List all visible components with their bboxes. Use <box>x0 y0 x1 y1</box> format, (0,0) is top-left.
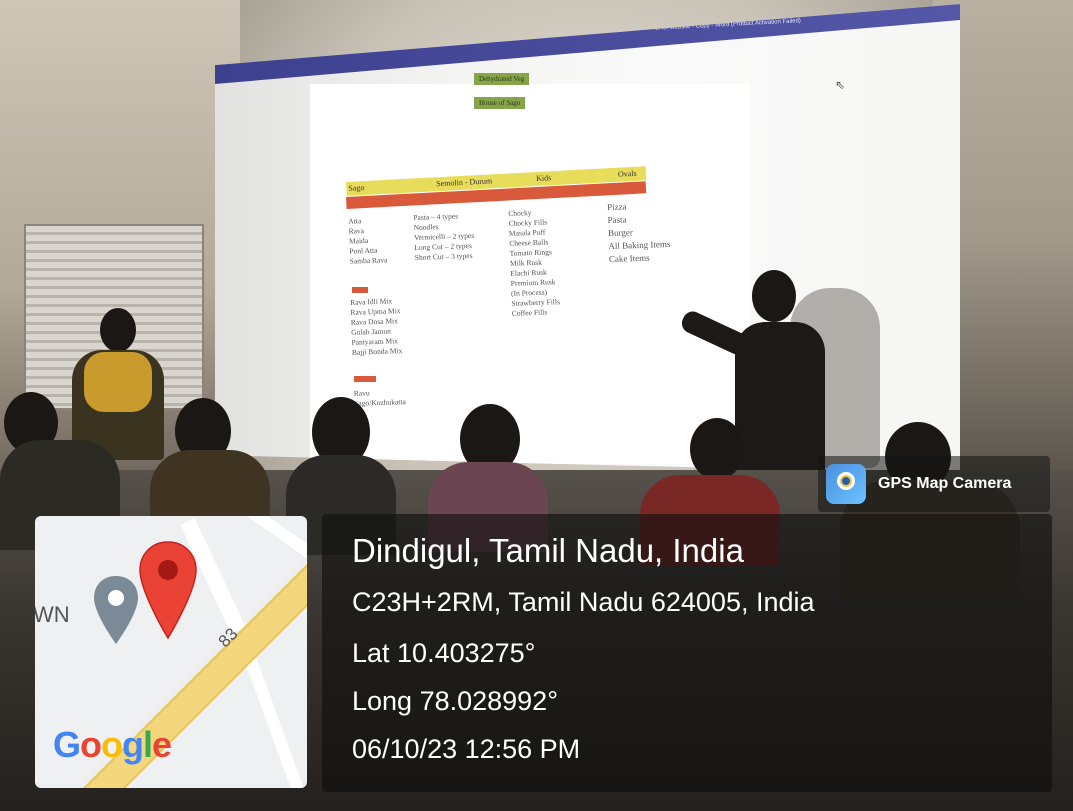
logo-letter: g <box>122 724 144 765</box>
cell: All Baking Items <box>608 238 671 252</box>
header-cell: Kids <box>535 173 552 184</box>
person-head <box>100 308 136 352</box>
speaker-head <box>752 270 796 322</box>
red-chip <box>354 376 376 382</box>
gps-app-name: GPS Map Camera <box>878 475 1012 492</box>
logo-letter: l <box>143 724 153 765</box>
audience-head <box>690 418 744 480</box>
column-3: Chocky Chocky Fills Masala Puff Cheese B… <box>508 207 560 319</box>
cell: Short Cut – 3 types <box>414 251 473 263</box>
header-cell: Semolin - Durum <box>435 176 493 189</box>
column-1: Atta Rava Maida Ponl Atta Samba Rava <box>348 215 387 266</box>
longitude: Long 78.028992° <box>352 686 558 716</box>
column-1c: Ravu Sago/Kozhukatta <box>354 387 406 409</box>
grey-location-pin-icon <box>94 576 138 644</box>
header-cell: Sago <box>348 183 365 193</box>
green-label-1: Dehydrated Veg <box>474 73 530 85</box>
gps-camera-icon <box>826 464 866 504</box>
google-logo: Google <box>53 724 172 766</box>
location-info-panel: Dindigul, Tamil Nadu, India C23H+2RM, Ta… <box>322 514 1052 792</box>
location-name: Dindigul, Tamil Nadu, India <box>352 532 744 569</box>
map-road <box>239 516 307 563</box>
map-thumbnail: 83 WN Google <box>35 516 307 788</box>
mouse-cursor-icon: ⇖ <box>835 78 846 92</box>
cell: Samba Rava <box>349 255 388 266</box>
map-area-label: WN <box>35 602 70 627</box>
address: C23H+2RM, Tamil Nadu 624005, India <box>352 587 815 617</box>
logo-letter: o <box>80 724 102 765</box>
column-4: Pizza Pasta Burger All Baking Items Cake… <box>607 199 671 266</box>
green-label-2: House of Sago <box>474 97 526 109</box>
column-2: Pasta – 4 types Noodles Vermicelli – 2 t… <box>413 211 475 263</box>
cell: Coffee Fills <box>511 307 548 318</box>
logo-letter: o <box>101 724 123 765</box>
gps-app-badge: GPS Map Camera <box>818 456 1050 512</box>
latitude: Lat 10.403275° <box>352 638 536 668</box>
red-chip <box>352 287 368 293</box>
cell: Bajji Bonda Mix <box>351 346 403 357</box>
logo-letter: G <box>53 724 81 765</box>
word-ribbon <box>215 4 960 84</box>
column-1b: Rava Idli Mix Rava Upma Mix Rava Dosa Mi… <box>350 296 402 358</box>
cell: Cake Items <box>608 252 650 265</box>
logo-letter: e <box>152 724 172 765</box>
timestamp: 06/10/23 12:56 PM <box>352 734 581 764</box>
red-location-pin-icon <box>139 541 197 640</box>
person-scarf <box>84 352 152 412</box>
header-cell: Ovals <box>617 168 637 179</box>
